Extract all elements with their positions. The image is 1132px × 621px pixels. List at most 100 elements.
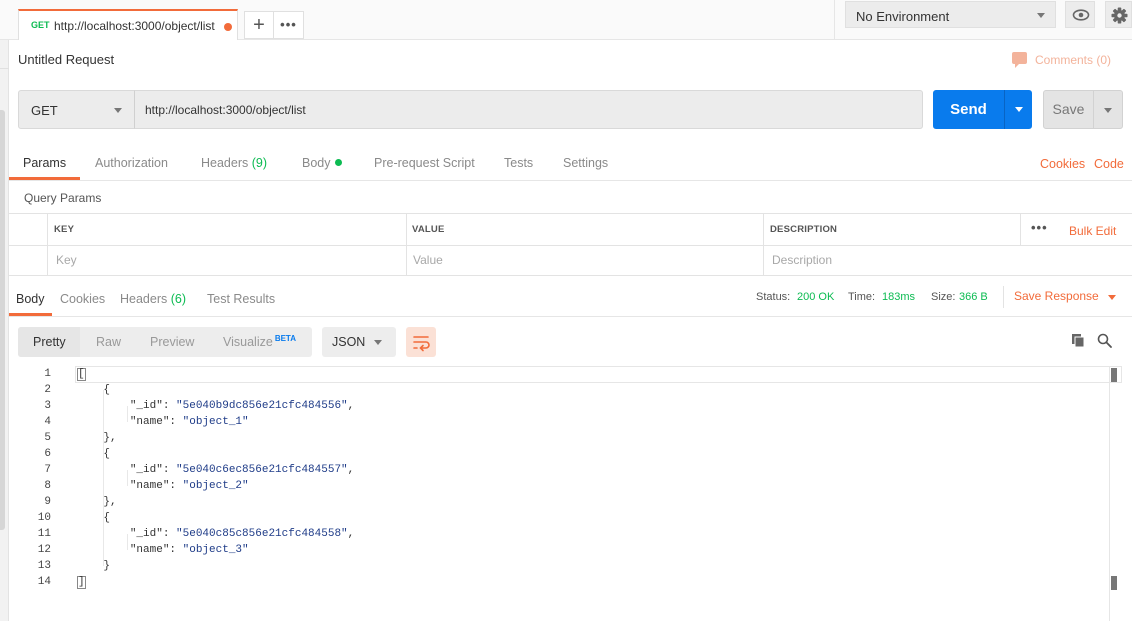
environment-select[interactable]: No Environment <box>845 1 1056 28</box>
request-title[interactable]: Untitled Request <box>18 52 114 67</box>
wrap-lines-icon <box>413 336 430 352</box>
status-label: Status: <box>756 291 791 303</box>
query-params-title: Query Params <box>24 191 102 205</box>
language-label: JSON <box>332 335 366 349</box>
format-pretty[interactable]: Pretty <box>33 335 66 349</box>
language-select[interactable]: JSON <box>322 327 396 357</box>
copy-icon[interactable] <box>1071 333 1085 348</box>
line-number: 5 <box>44 432 51 444</box>
code-link[interactable]: Code <box>1094 157 1124 171</box>
tab-body-label: Body <box>302 156 331 170</box>
line-number: 7 <box>44 464 51 476</box>
divider <box>9 245 1132 246</box>
line-number: 10 <box>37 512 51 524</box>
sidebar-edge <box>0 40 9 621</box>
cookies-link[interactable]: Cookies <box>1040 157 1085 171</box>
request-tab[interactable]: GET http://localhost:3000/object/list <box>18 9 238 40</box>
divider <box>9 180 1132 181</box>
time-label: Time: <box>848 291 876 303</box>
response-tab-headers[interactable]: Headers (6) <box>120 292 186 306</box>
divider <box>1020 214 1021 245</box>
column-header-key: KEY <box>54 224 75 235</box>
environment-quick-look-button[interactable] <box>1065 1 1095 28</box>
divider <box>47 214 48 276</box>
format-raw[interactable]: Raw <box>96 335 121 349</box>
description-input[interactable]: Description <box>772 253 832 267</box>
code-line: "_id": "5e040c6ec856e21cfc484557", <box>129 464 355 476</box>
method-select[interactable]: GET <box>18 90 135 129</box>
line-number: 1 <box>44 368 51 380</box>
line-number: 2 <box>44 384 51 396</box>
column-header-value: VALUE <box>412 224 445 235</box>
divider <box>834 0 835 40</box>
comments-link[interactable]: Comments (0) <box>1035 53 1111 67</box>
response-tab-cookies[interactable]: Cookies <box>60 292 105 306</box>
search-icon[interactable] <box>1097 333 1112 348</box>
eye-icon <box>1072 9 1090 21</box>
query-params-table: KEY VALUE DESCRIPTION ••• Bulk Edit Key … <box>9 213 1132 276</box>
code-line: }, <box>77 432 117 444</box>
divider <box>763 214 764 276</box>
response-tab-test-results[interactable]: Test Results <box>207 292 275 306</box>
indent-guide <box>127 406 128 422</box>
size-value[interactable]: 366 B <box>959 291 988 303</box>
status-value[interactable]: 200 OK <box>797 291 834 303</box>
environment-label: No Environment <box>856 9 950 24</box>
value-input[interactable]: Value <box>413 253 443 267</box>
line-number: 11 <box>37 528 51 540</box>
url-input[interactable] <box>134 90 923 129</box>
chevron-down-icon <box>1037 13 1045 18</box>
body-indicator-icon <box>334 159 342 167</box>
tab-pre-request-script[interactable]: Pre-request Script <box>374 156 475 170</box>
column-header-description: DESCRIPTION <box>770 224 838 235</box>
divider <box>1003 286 1004 308</box>
format-visualize[interactable]: Visualize BETA <box>223 334 296 349</box>
bulk-edit-link[interactable]: Bulk Edit <box>1069 224 1116 238</box>
code-line: { <box>77 512 111 524</box>
comment-icon <box>1012 52 1027 68</box>
tab-headers[interactable]: Headers (9) <box>201 156 267 170</box>
gear-icon <box>1111 7 1128 24</box>
tab-params[interactable]: Params <box>23 156 66 170</box>
more-tabs-button[interactable]: ••• <box>274 11 304 39</box>
save-response-button[interactable]: Save Response <box>1014 289 1099 303</box>
save-button[interactable]: Save <box>1043 90 1094 129</box>
tab-tests[interactable]: Tests <box>504 156 533 170</box>
tab-headers-count: (9) <box>251 156 268 170</box>
new-tab-button[interactable]: + <box>244 11 274 39</box>
size-label: Size: <box>931 291 956 303</box>
response-tab-headers-label: Headers <box>120 292 168 306</box>
code-line: ] <box>77 576 86 589</box>
code-scrollbar[interactable] <box>1109 366 1122 621</box>
code-line: [ <box>77 368 86 381</box>
format-preview[interactable]: Preview <box>150 335 194 349</box>
unsaved-dot-icon <box>224 23 232 31</box>
divider <box>0 68 9 69</box>
code-line: { <box>77 448 111 460</box>
wrap-lines-button[interactable] <box>406 327 436 357</box>
save-options-button[interactable] <box>1094 90 1123 129</box>
line-number: 4 <box>44 416 51 428</box>
send-button[interactable]: Send <box>933 90 1004 129</box>
line-number: 6 <box>44 448 51 460</box>
tab-authorization[interactable]: Authorization <box>95 156 168 170</box>
tab-body[interactable]: Body <box>302 156 342 170</box>
params-more-button[interactable]: ••• <box>1031 220 1048 235</box>
indent-guide <box>103 390 104 566</box>
tab-settings[interactable]: Settings <box>563 156 608 170</box>
sidebar-scrollbar[interactable] <box>0 110 5 530</box>
scroll-marker <box>1111 368 1117 382</box>
key-input[interactable]: Key <box>56 253 77 267</box>
code-line: "_id": "5e040c85c856e21cfc484558", <box>129 528 355 540</box>
response-tab-body[interactable]: Body <box>16 292 45 306</box>
chevron-down-icon <box>374 340 382 345</box>
scroll-marker <box>1111 576 1117 590</box>
chevron-down-icon[interactable] <box>1108 295 1116 300</box>
environment-settings-button[interactable] <box>1105 1 1132 28</box>
time-value[interactable]: 183ms <box>882 291 915 303</box>
response-body-viewer[interactable]: 1 2 3 4 5 6 7 8 9 10 11 12 13 14 [ { "_id": "5e040b9d… <box>9 366 1132 621</box>
line-number: 8 <box>44 480 51 492</box>
method-label: GET <box>31 103 58 118</box>
send-options-button[interactable] <box>1004 90 1032 129</box>
line-number: 3 <box>44 400 51 412</box>
